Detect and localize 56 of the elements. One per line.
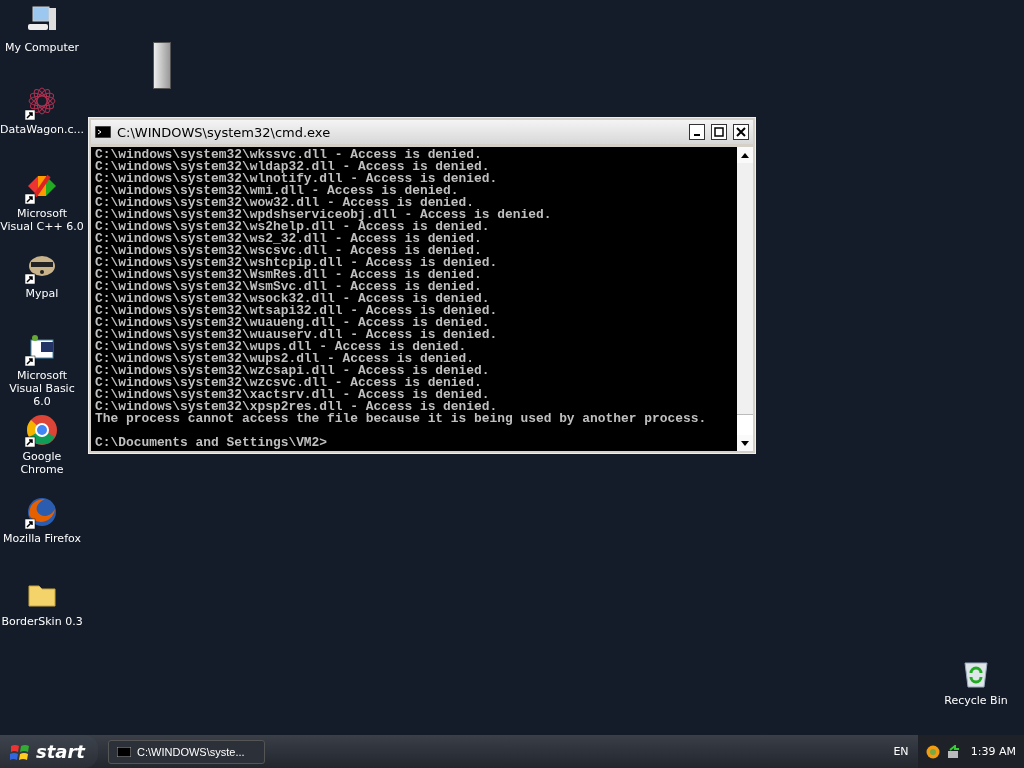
console-line: C:\windows\system32\wkssvc.dll - Access is denied. — [95, 149, 482, 161]
console-line: C:\windows\system32\wzcsapi.dll - Access is denied. — [95, 365, 491, 377]
console-line: C:\windows\system32\wshtcpip.dll - Access is denied. — [95, 257, 499, 269]
console-line: C:\windows\system32\wow32.dll - Access is denied. — [95, 197, 475, 209]
console-line: C:\windows\system32\wtsapi32.dll - Access is denied. — [95, 305, 499, 317]
close-button[interactable] — [733, 124, 749, 140]
console-line: C:\windows\system32\wuauserv.dll - Access is denied. — [95, 329, 499, 341]
desktop-icon-label[interactable]: BorderSkin 0.3 — [1, 615, 83, 628]
chrome-icon[interactable] — [25, 413, 59, 447]
desktop-icon-label[interactable]: Mozilla Firefox — [3, 532, 81, 545]
minimize-button[interactable] — [689, 124, 705, 140]
maximize-icon — [714, 127, 724, 137]
desktop-icon-label[interactable]: Google Chrome — [0, 450, 84, 476]
console-icon — [117, 746, 131, 757]
console-icon — [95, 126, 111, 138]
console-line: C:\windows\system32\wuaueng.dll - Access is denied. — [95, 317, 490, 329]
start-button[interactable]: start — [0, 735, 98, 768]
console-line: C:\windows\system32\wups.dll - Access is denied. — [95, 341, 467, 353]
language-indicator[interactable]: EN — [884, 745, 918, 758]
window-fragment — [153, 42, 171, 89]
scroll-down-icon[interactable] — [741, 440, 749, 446]
console-line: C:\windows\system32\WsmRes.dll - Access is denied. — [95, 269, 483, 281]
console-line: C:\windows\system32\wscsvc.dll - Access is denied. — [95, 245, 482, 257]
console-line: C:\windows\system32\wlnotify.dll - Access is denied. — [95, 173, 499, 185]
command-prompt[interactable]: C:\Documents and Settings\VM2> — [95, 437, 733, 449]
console-line: The process cannot access the file because it is being used by another process. — [95, 413, 708, 425]
console-line: C:\windows\system32\xpsp2res.dll - Access is denied. — [95, 401, 498, 413]
desktop-icon-label[interactable]: Recycle Bin — [944, 694, 1008, 707]
flower-icon[interactable] — [25, 86, 59, 120]
close-icon — [736, 127, 746, 137]
scroll-up-icon[interactable] — [741, 152, 749, 158]
desktop-icon-label[interactable]: Microsoft Visual Basic 6.0 — [0, 369, 84, 408]
console-line: C:\windows\system32\xactsrv.dll - Access is denied. — [95, 389, 490, 401]
window-title: C:\WINDOWS\system32\cmd.exe — [117, 124, 332, 140]
desktop-icon-label[interactable]: Mypal — [25, 287, 59, 300]
console-line: C:\windows\system32\ws2help.dll - Access is denied. — [95, 221, 491, 233]
windows-flag-icon — [10, 742, 30, 761]
maximize-button[interactable] — [711, 124, 727, 140]
console-line: C:\windows\system32\wsock32.dll - Access is denied. — [95, 293, 490, 305]
scroll-thumb[interactable] — [737, 414, 753, 435]
taskbar-button[interactable]: C:\WINDOWS\syste... — [108, 739, 265, 764]
firefox-icon[interactable] — [25, 495, 59, 529]
console-line: C:\windows\system32\wzcsvc.dll - Access is denied. — [95, 377, 482, 389]
network-icon[interactable] — [946, 744, 960, 759]
console-line: C:\windows\system32\wups2.dll - Access is denied. — [95, 353, 475, 365]
desktop-icon-label[interactable]: My Computer — [4, 41, 80, 54]
clock[interactable]: 1:39 AM — [970, 745, 1016, 758]
desktop-icon-label[interactable]: DataWagon.c... — [0, 123, 84, 136]
console-line: C:\windows\system32\wldap32.dll - Access is denied. — [95, 161, 490, 173]
console-line: C:\windows\system32\wmi.dll - Access is denied. — [95, 185, 459, 197]
console-line: C:\windows\system32\wpdshserviceobj.dll - Access is denied. — [95, 209, 553, 221]
scrollbar[interactable] — [737, 147, 753, 451]
console-line: C:\windows\system32\ws2_32.dll - Access is denied. — [95, 233, 483, 245]
shield-icon[interactable] — [926, 744, 940, 759]
desktop-icon-label[interactable]: Microsoft Visual C++ 6.0 — [0, 207, 84, 233]
console-line: C:\windows\system32\WsmSvc.dll - Access is denied. — [95, 281, 482, 293]
